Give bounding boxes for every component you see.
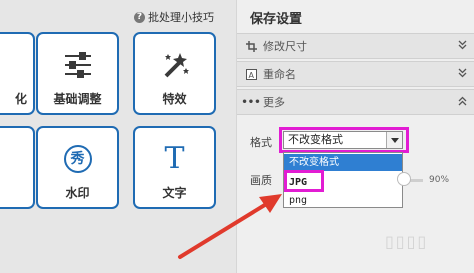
section-rename-label: 重命名 [263, 68, 296, 81]
tile-effects[interactable]: 特效 [133, 32, 216, 115]
tile-watermark-label: 水印 [65, 186, 90, 200]
panel-title: 保存设置 [250, 12, 303, 27]
chevron-double-up-icon [458, 96, 467, 109]
batch-tips-link[interactable]: ? 批处理小技巧 [134, 9, 214, 25]
text-glyph: T [164, 141, 185, 176]
format-label: 格式 [250, 136, 272, 149]
tile-partial-top-label: 化 [14, 92, 27, 106]
save-settings-panel: 保存设置 修改尺寸 A 重命名 ••• 更多 格式 画质 不改变格式 不改变格式… [236, 0, 474, 273]
text-icon: T [135, 142, 214, 176]
tile-partial-bottom[interactable] [0, 126, 35, 209]
chevron-double-down-icon [458, 40, 467, 53]
watermark-glyph: 秀 [63, 145, 92, 173]
tile-text[interactable]: T 文字 [133, 126, 216, 209]
quality-value: 90% [429, 175, 450, 185]
highlight-format-select [279, 127, 409, 153]
highlight-jpg-option [284, 170, 324, 192]
format-option[interactable]: 不改变格式 [284, 154, 402, 171]
tile-effects-label: 特效 [162, 92, 187, 106]
format-option[interactable]: png [284, 192, 402, 209]
tile-basic-adjust-label: 基础调整 [53, 92, 102, 106]
chevron-double-down-icon [458, 68, 467, 81]
sliders-icon [38, 48, 117, 82]
more-dots-icon: ••• [241, 96, 261, 108]
watermark-text: ▯▯▯▯ [385, 232, 429, 251]
quality-slider-handle[interactable] [397, 172, 411, 186]
magic-wand-icon [135, 48, 214, 82]
crop-icon [245, 40, 257, 52]
section-rename[interactable]: A 重命名 [237, 61, 474, 87]
tile-text-label: 文字 [162, 186, 187, 200]
tile-partial-top[interactable]: 化 [0, 32, 35, 115]
section-resize-label: 修改尺寸 [263, 40, 307, 53]
section-more[interactable]: ••• 更多 [237, 89, 474, 115]
tile-basic-adjust[interactable]: 基础调整 [36, 32, 119, 115]
watermark-icon: 秀 [38, 142, 117, 176]
section-resize[interactable]: 修改尺寸 [237, 33, 474, 59]
tool-panel: ? 批处理小技巧 化 基础调整 特效 秀 水印 T 文字 [0, 0, 236, 273]
tile-watermark[interactable]: 秀 水印 [36, 126, 119, 209]
quality-label: 画质 [250, 174, 272, 187]
help-icon: ? [134, 11, 145, 23]
svg-text:A: A [248, 71, 254, 80]
batch-tips-label: 批处理小技巧 [148, 11, 214, 24]
section-more-label: 更多 [263, 96, 285, 109]
rename-icon: A [245, 68, 257, 80]
